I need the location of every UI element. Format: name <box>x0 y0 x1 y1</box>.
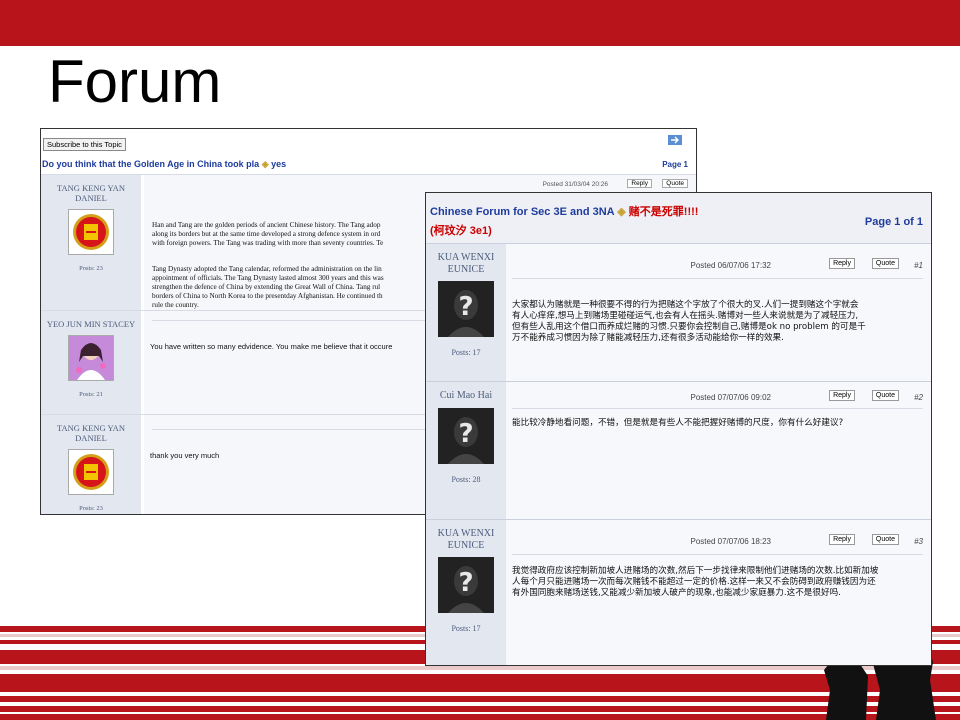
divider <box>512 278 923 279</box>
post-text: rule the country. <box>152 301 199 309</box>
manchester-united-crest-icon <box>68 209 114 256</box>
post-count: Posts: 28 <box>451 474 481 484</box>
manchester-united-crest-icon <box>68 449 114 496</box>
user-panel: YEO JUN MIN STACEY Posts: 21 <box>41 311 141 414</box>
quote-button[interactable]: Quote <box>871 390 899 401</box>
topic-subtitle: (柯玟汐 3e1) <box>430 225 492 237</box>
reply-button[interactable]: Reply <box>829 258 855 269</box>
reply-button[interactable]: Reply <box>829 390 855 401</box>
svg-text:?: ? <box>458 292 473 322</box>
post-text: Han and Tang are the golden periods of a… <box>152 221 381 229</box>
post-text: with foreign powers. The Tang was tradin… <box>152 239 384 247</box>
unknown-user-avatar-icon: ? <box>438 557 494 613</box>
top-accent-bar <box>0 0 960 46</box>
username[interactable]: KUA WENXI EUNICE <box>426 252 506 275</box>
topic-title[interactable]: Chinese Forum for Sec 3E and 3NA ◈ 赌不是死罪… <box>430 203 698 219</box>
post-number: #3 <box>914 537 923 546</box>
posted-date: Posted 07/07/06 18:23 <box>690 537 771 546</box>
post-text: You have written so many edvidence. You … <box>150 342 393 351</box>
posted-date: Posted 06/07/06 17:32 <box>690 261 771 270</box>
post-text: borders of China to North Korea to the p… <box>152 292 383 300</box>
post-row: Cui Mao Hai ? Posts: 28 Posted 07/07/06 … <box>426 381 931 520</box>
post-text: appointment of officials. The Tang Dynas… <box>152 274 384 282</box>
user-panel: KUA WENXI EUNICE ? Posts: 17 <box>426 244 506 382</box>
username[interactable]: YEO JUN MIN STACEY <box>41 319 141 329</box>
post-row: KUA WENXI EUNICE ? Posts: 17 Posted 06/0… <box>426 243 931 382</box>
quote-button[interactable]: Quote <box>871 258 899 269</box>
post-count: Posts: 17 <box>451 624 481 633</box>
username[interactable]: KUA WENXI EUNICE <box>426 528 506 551</box>
anime-girl-avatar-icon <box>68 335 114 382</box>
post-count: Posts: 17 <box>451 348 481 357</box>
user-panel: KUA WENXI EUNICE ? Posts: 17 <box>426 520 506 665</box>
user-panel: TANG KENG YAN DANIEL Posts: 23 <box>41 175 141 310</box>
post-number: #1 <box>914 261 923 270</box>
subscribe-button[interactable]: Subscribe to this Topic <box>43 138 126 151</box>
username[interactable]: Cui Mao Hai <box>426 390 506 402</box>
username[interactable]: TANG KENG YAN DANIEL <box>41 183 141 203</box>
post-text: 能比较冷静地看问题，不错，但是就是有些人不能把握好赌博的尺度，你有什么好建议? <box>512 418 844 428</box>
arrow-icon: ◈ <box>261 159 269 169</box>
unknown-user-avatar-icon: ? <box>438 407 494 464</box>
svg-text:?: ? <box>458 568 473 598</box>
svg-text:?: ? <box>458 419 473 449</box>
post-count: Posts: 21 <box>79 391 103 399</box>
topic-header: Chinese Forum for Sec 3E and 3NA ◈ 赌不是死罪… <box>426 193 931 243</box>
unknown-user-avatar-icon: ? <box>438 281 494 337</box>
arrow-icon: ◈ <box>617 206 626 218</box>
topic-title[interactable]: Do you think that the Golden Age in Chin… <box>42 159 286 170</box>
page-indicator: Page 1 <box>662 160 688 169</box>
posted-date: Posted 31/03/04 20:26 <box>542 181 608 188</box>
post-row: KUA WENXI EUNICE ? Posts: 17 Posted 07/0… <box>426 519 931 665</box>
post-count: Posts: 23 <box>79 505 103 513</box>
quote-button[interactable]: Quote <box>871 534 899 545</box>
reply-button[interactable]: Reply <box>627 179 652 188</box>
divider <box>512 408 923 409</box>
post-text: Tang Dynasty adopted the Tang calendar, … <box>152 265 382 273</box>
post-text: 我觉得政府应该控制新加坡人进赌场的次数,然后下一步找律来限制他们进赌场的次数.比… <box>512 566 879 598</box>
quote-button[interactable]: Quote <box>662 179 688 188</box>
slide-title: Forum <box>48 48 222 115</box>
message-area: Posted 07/07/06 18:23 Reply Quote #3 我觉得… <box>506 520 931 665</box>
post-number: #2 <box>914 393 923 402</box>
page-indicator: Page 1 of 1 <box>864 216 923 228</box>
user-panel: Cui Mao Hai ? Posts: 28 <box>426 382 506 520</box>
message-area: Posted 06/07/06 17:32 Reply Quote #1 大家都… <box>506 244 931 382</box>
posted-date: Posted 07/07/06 09:02 <box>690 393 771 402</box>
message-area: Posted 07/07/06 09:02 Reply Quote #2 能比较… <box>506 382 931 520</box>
post-text: strengthen the defence of China by exten… <box>152 283 381 291</box>
user-panel: TANG KENG YAN DANIEL Posts: 23 <box>41 415 141 514</box>
username[interactable]: TANG KENG YAN DANIEL <box>41 423 141 443</box>
post-text: thank you very much <box>150 451 220 460</box>
post-count: Posts: 23 <box>79 265 103 273</box>
forum-screenshot-2: Chinese Forum for Sec 3E and 3NA ◈ 赌不是死罪… <box>425 192 932 666</box>
post-text: 大家都认为赌就是一种很要不得的行为把赌这个字放了个很大的叉.人们一提到赌这个字就… <box>512 300 866 343</box>
divider <box>512 554 923 555</box>
post-text: along its borders but at the same time d… <box>152 230 381 238</box>
reply-button[interactable]: Reply <box>829 534 855 545</box>
forward-arrow-icon[interactable] <box>668 135 682 145</box>
